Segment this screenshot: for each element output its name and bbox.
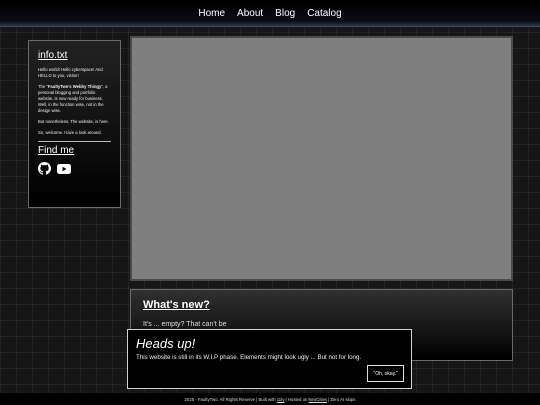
nav-catalog-link[interactable]: Catalog bbox=[307, 8, 341, 19]
info-sidebar: info.txt Hello world! Hello cyberspace! … bbox=[28, 40, 121, 208]
whats-new-text: It's ... empty? That can't be bbox=[143, 321, 227, 328]
intro-prefix: The " bbox=[38, 84, 48, 89]
footer-ai-note: | Zero AI slops bbox=[328, 396, 356, 402]
eleventy-link[interactable]: 11ty bbox=[277, 397, 285, 402]
dialog-message: This website is still in its W.I.P phase… bbox=[136, 354, 362, 361]
main-content-area bbox=[130, 36, 513, 281]
footer-hosted: | Hosted on bbox=[285, 396, 308, 402]
sidebar-welcome: So, welcome. Have a look around. bbox=[38, 130, 102, 135]
whats-new-title: What's new? bbox=[143, 299, 210, 311]
nav-about-link[interactable]: About bbox=[237, 8, 263, 19]
sidebar-divider bbox=[38, 141, 111, 142]
youtube-link[interactable] bbox=[57, 163, 71, 174]
heads-up-dialog: Heads up! This website is still in its W… bbox=[127, 329, 412, 389]
youtube-icon bbox=[57, 163, 71, 174]
github-icon bbox=[38, 162, 51, 175]
social-icons bbox=[38, 162, 111, 175]
footer-copyright: 2025 - FaultyTwo, All Rights Reserve | B… bbox=[184, 396, 276, 402]
top-navigation: Home About Blog Catalog bbox=[0, 0, 540, 27]
sidebar-nonetheless: But nonetheless. The website, is here. bbox=[38, 119, 109, 124]
find-me-heading: Find me bbox=[38, 145, 75, 156]
neocities-link[interactable]: NeoCities bbox=[308, 397, 327, 402]
dismiss-button[interactable]: "Oh, okay." bbox=[367, 365, 404, 382]
sidebar-intro: The "FaultyTwo's Webby Thingy", a person… bbox=[38, 84, 111, 114]
page-footer: 2025 - FaultyTwo, All Rights Reserve | B… bbox=[0, 393, 540, 405]
github-link[interactable] bbox=[38, 162, 51, 175]
site-name: FaultyTwo's Webby Thingy bbox=[47, 84, 102, 89]
nav-home-link[interactable]: Home bbox=[198, 8, 225, 19]
dialog-title: Heads up! bbox=[136, 336, 196, 351]
sidebar-greeting: Hello world! Hello cyberspace! And HELLO… bbox=[38, 67, 103, 78]
sidebar-title: info.txt bbox=[38, 50, 68, 61]
nav-blog-link[interactable]: Blog bbox=[275, 8, 295, 19]
